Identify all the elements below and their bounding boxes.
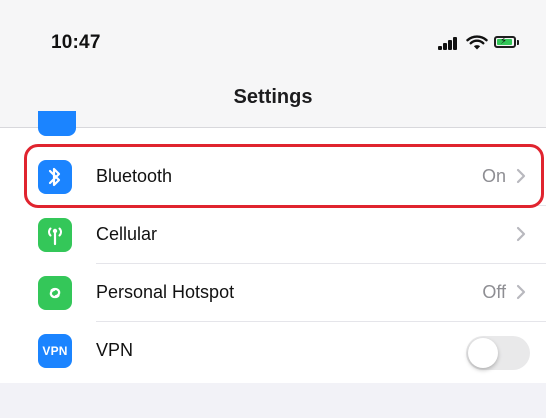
vpn-toggle[interactable]	[466, 336, 530, 370]
vpn-icon: VPN	[38, 334, 72, 368]
cellular-antenna-icon	[38, 218, 72, 252]
personal-hotspot-label: Personal Hotspot	[96, 282, 235, 302]
toggle-knob	[468, 338, 498, 368]
page-title: Settings	[233, 86, 313, 108]
status-time: 10:47	[51, 32, 101, 53]
wifi-icon	[466, 35, 488, 51]
status-icons: ⚡	[438, 35, 528, 52]
chevron-right-icon	[514, 166, 528, 186]
settings-screen: 10:47 ⚡ Settings Bluetooth On Cellular P…	[0, 0, 546, 418]
settings-row-bluetooth[interactable]: Bluetooth On	[0, 148, 546, 206]
charging-bolt-icon: ⚡	[500, 36, 508, 47]
chevron-right-icon	[514, 224, 528, 244]
personal-hotspot-value: Off	[482, 282, 506, 302]
battery-charging-icon: ⚡	[494, 36, 519, 48]
settings-row-cellular[interactable]: Cellular	[0, 206, 546, 264]
chevron-right-icon	[514, 282, 528, 302]
vpn-icon-text: VPN	[42, 344, 68, 358]
settings-row-vpn[interactable]: VPN VPN	[0, 322, 546, 380]
nav-divider	[0, 127, 546, 128]
section-gap	[0, 383, 546, 418]
partial-settings-icon	[38, 111, 76, 136]
hotspot-icon	[38, 276, 72, 310]
status-and-nav-area: 10:47 ⚡ Settings	[0, 0, 546, 127]
bluetooth-value: On	[481, 166, 506, 186]
bluetooth-label: Bluetooth	[96, 166, 173, 186]
bluetooth-icon	[38, 160, 72, 194]
settings-row-personal-hotspot[interactable]: Personal Hotspot Off	[0, 264, 546, 322]
vpn-label: VPN	[96, 340, 134, 360]
cellular-label: Cellular	[96, 224, 158, 244]
cellular-signal-icon	[438, 36, 460, 50]
